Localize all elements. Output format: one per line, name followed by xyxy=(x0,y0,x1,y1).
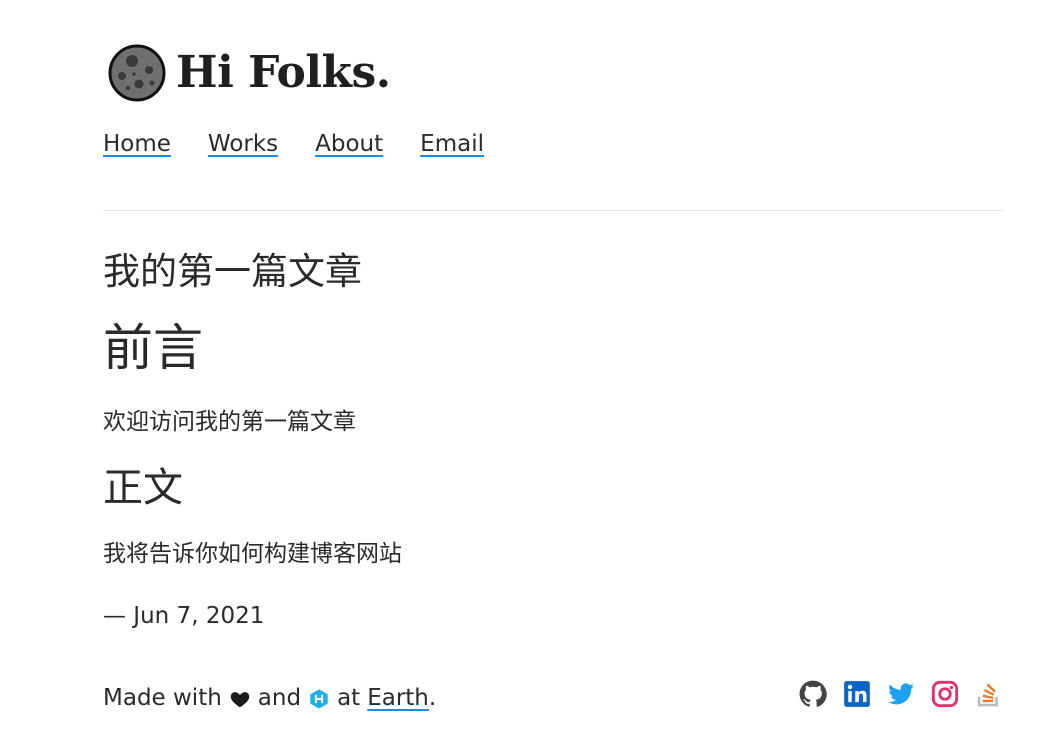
at-text: at xyxy=(337,685,361,711)
post-title: 我的第一篇文章 xyxy=(103,250,362,293)
and-text: and xyxy=(257,685,302,711)
nav-works-link[interactable]: Works xyxy=(208,131,278,157)
site-header: Hi Folks. xyxy=(108,44,391,102)
moon-logo-icon[interactable] xyxy=(108,44,166,102)
site-footer: Made with and at Earth . xyxy=(103,680,1003,720)
hugo-icon xyxy=(308,685,330,711)
heart-icon xyxy=(229,685,251,711)
linkedin-icon[interactable] xyxy=(843,680,871,708)
made-with-text: Made with xyxy=(103,685,222,711)
moon-logo-svg xyxy=(108,44,166,102)
nav-about-link[interactable]: About xyxy=(315,131,383,157)
nav-email-link[interactable]: Email xyxy=(420,131,484,157)
section-heading-body: 正文 xyxy=(103,465,183,511)
footer-period: . xyxy=(428,685,437,711)
section-heading-preface: 前言 xyxy=(103,319,203,377)
nav-home-link[interactable]: Home xyxy=(103,131,171,157)
header-divider xyxy=(103,210,1003,211)
github-icon[interactable] xyxy=(799,680,827,708)
stackoverflow-icon[interactable] xyxy=(975,680,1003,708)
section-text-body: 我将告诉你如何构建博客网站 xyxy=(103,541,402,567)
earth-link[interactable]: Earth xyxy=(367,685,429,711)
site-title[interactable]: Hi Folks. xyxy=(176,51,391,95)
social-links xyxy=(799,680,1003,708)
post-date: — Jun 7, 2021 xyxy=(103,603,265,629)
twitter-icon[interactable] xyxy=(887,680,915,708)
instagram-icon[interactable] xyxy=(931,680,959,708)
section-text-preface: 欢迎访问我的第一篇文章 xyxy=(103,409,356,435)
main-nav: Home Works About Email xyxy=(103,131,484,157)
footer-credit: Made with and at Earth . xyxy=(103,685,436,711)
